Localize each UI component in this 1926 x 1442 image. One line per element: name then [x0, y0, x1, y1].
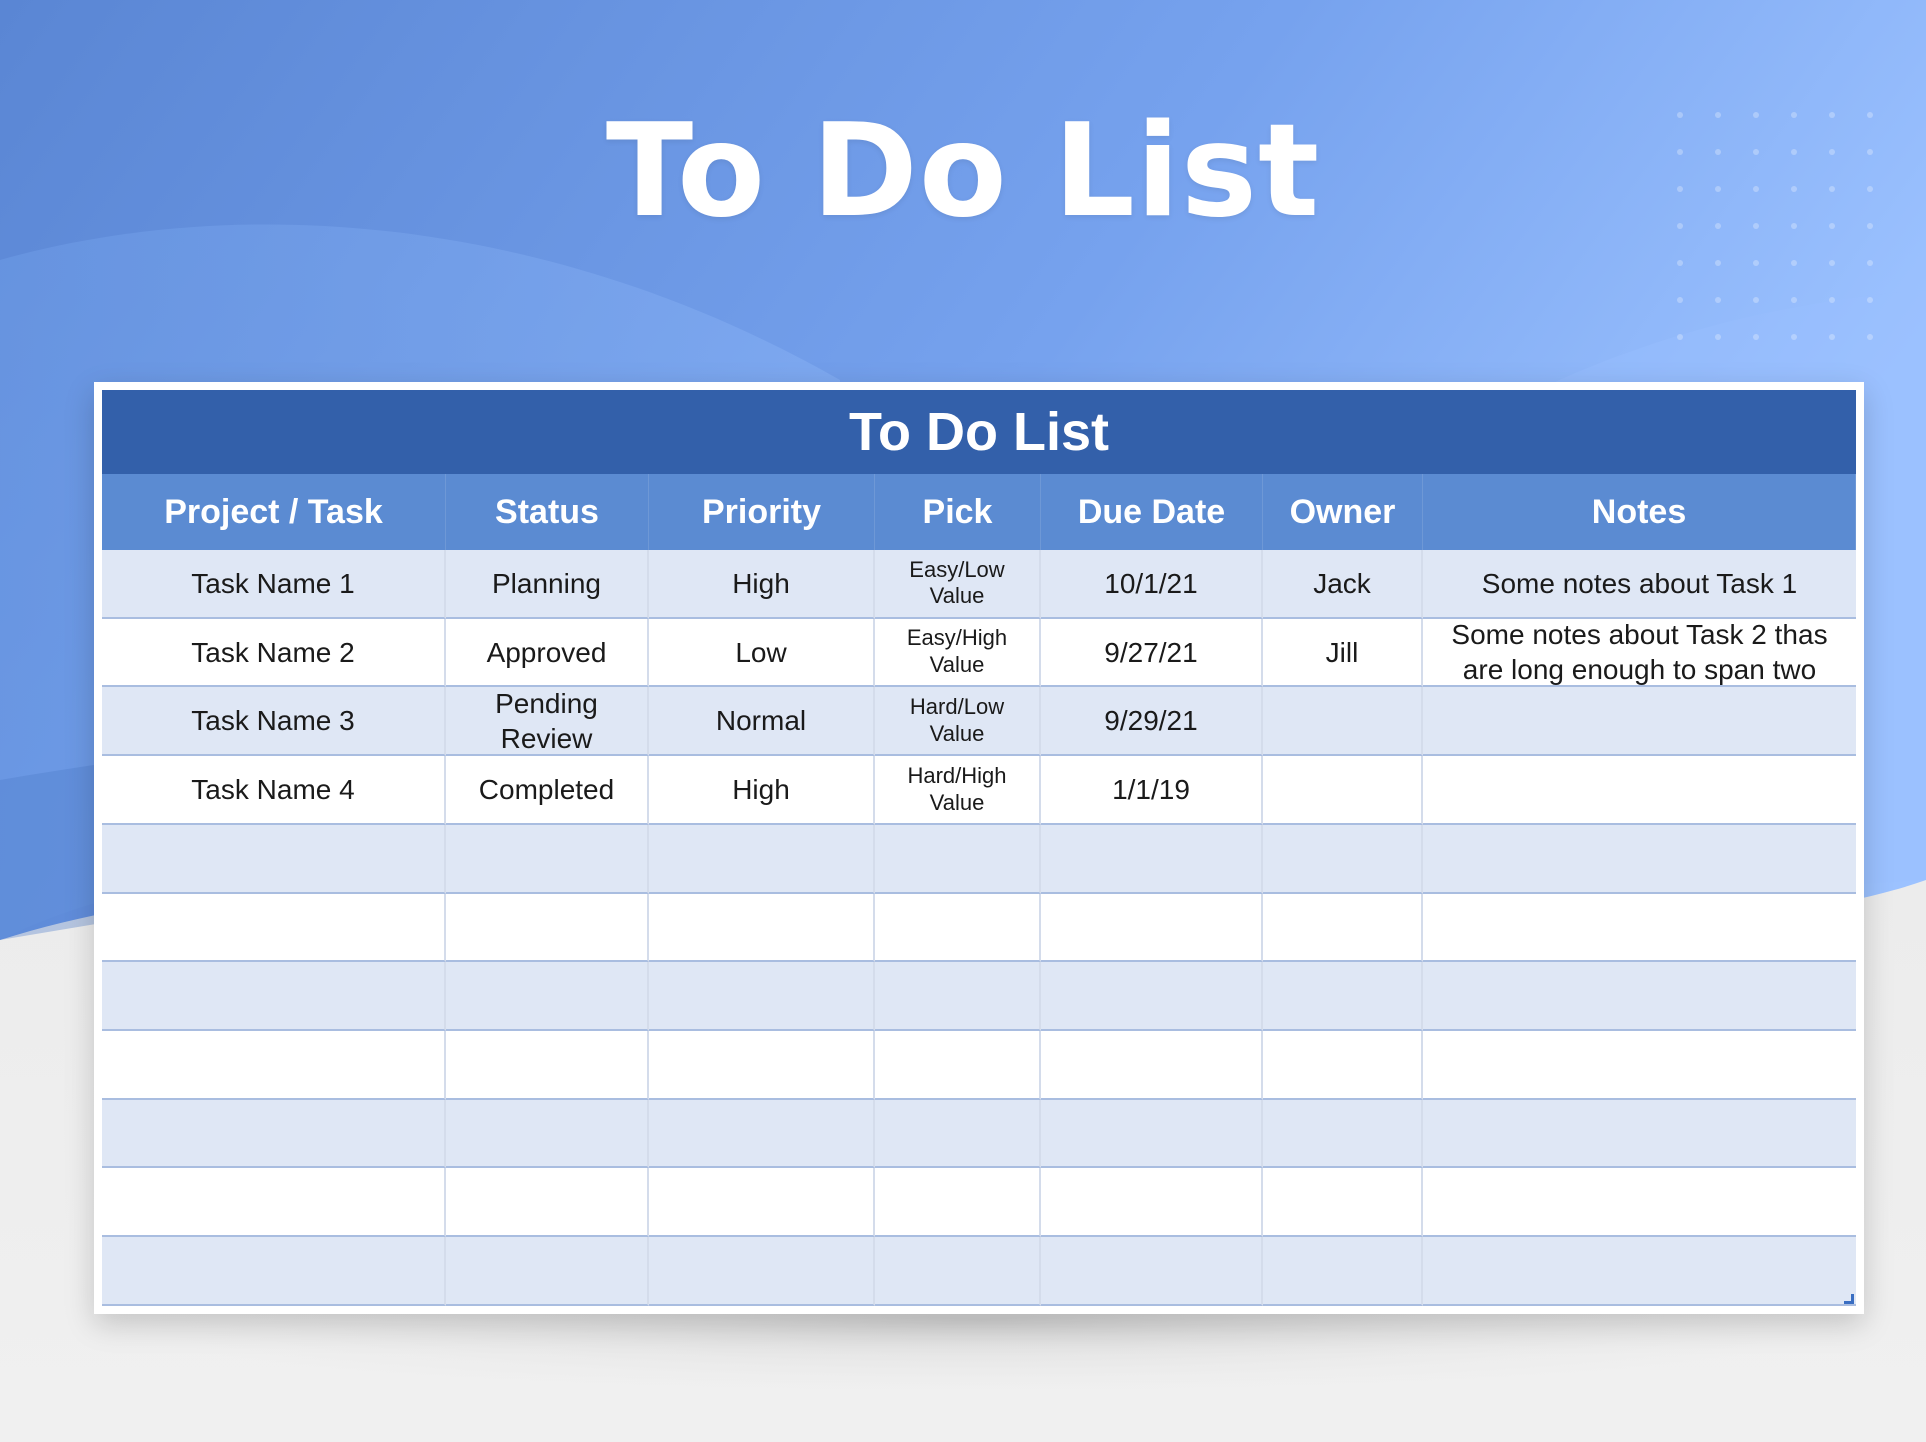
cell-pick[interactable]	[875, 893, 1041, 963]
column-header-notes[interactable]: Notes	[1423, 474, 1856, 550]
cell-status[interactable]	[446, 1237, 649, 1306]
cell-notes[interactable]	[1423, 1099, 1856, 1169]
cell-notes[interactable]	[1423, 1237, 1856, 1306]
cell-notes[interactable]	[1423, 1168, 1856, 1238]
cell-priority[interactable]	[649, 962, 875, 1032]
cell-due-date[interactable]: 10/1/21	[1041, 550, 1263, 619]
cell-status[interactable]	[446, 1031, 649, 1100]
cell-task[interactable]	[102, 1099, 446, 1169]
cell-task[interactable]	[102, 962, 446, 1032]
cell-status[interactable]: Approved	[446, 618, 649, 688]
cell-notes[interactable]	[1423, 756, 1856, 825]
cell-notes[interactable]	[1423, 893, 1856, 963]
cell-due-date[interactable]	[1041, 893, 1263, 963]
cell-owner[interactable]	[1263, 756, 1423, 825]
resize-handle-icon[interactable]	[1844, 1294, 1854, 1304]
cell-due-date[interactable]	[1041, 1099, 1263, 1169]
cell-priority[interactable]	[649, 1168, 875, 1238]
cell-task[interactable]	[102, 824, 446, 894]
cell-pick[interactable]	[875, 1031, 1041, 1100]
column-header-owner[interactable]: Owner	[1263, 474, 1423, 550]
cell-owner[interactable]	[1263, 962, 1423, 1032]
column-header-task[interactable]: Project / Task	[102, 474, 446, 550]
cell-priority[interactable]: High	[649, 756, 875, 825]
cell-owner[interactable]	[1263, 1237, 1423, 1306]
cell-pick[interactable]: Hard/Low Value	[875, 687, 1041, 757]
sheet-title[interactable]: To Do List	[102, 390, 1856, 474]
cell-status[interactable]	[446, 962, 649, 1032]
cell-priority[interactable]: Normal	[649, 687, 875, 757]
cell-task[interactable]	[102, 1168, 446, 1238]
cell-owner[interactable]: Jack	[1263, 550, 1423, 619]
cell-status[interactable]	[446, 1168, 649, 1238]
cell-due-date[interactable]: 1/1/19	[1041, 756, 1263, 825]
cell-notes[interactable]	[1423, 687, 1856, 757]
page-title: To Do List	[605, 97, 1321, 246]
cell-owner[interactable]	[1263, 893, 1423, 963]
cell-status[interactable]: Pending Review	[446, 687, 649, 757]
cell-status[interactable]	[446, 1099, 649, 1169]
cell-due-date[interactable]	[1041, 1168, 1263, 1238]
spreadsheet-card: To Do List Project / Task Status Priority P…	[94, 382, 1864, 1314]
cell-due-date[interactable]	[1041, 962, 1263, 1032]
cell-notes[interactable]	[1423, 1031, 1856, 1100]
cell-owner[interactable]	[1263, 687, 1423, 757]
cell-due-date[interactable]	[1041, 824, 1263, 894]
spreadsheet-grid: To Do List Project / Task Status Priority P…	[102, 390, 1856, 1306]
cell-pick[interactable]	[875, 1099, 1041, 1169]
cell-due-date[interactable]	[1041, 1031, 1263, 1100]
cell-pick[interactable]	[875, 962, 1041, 1032]
cell-task[interactable]	[102, 1237, 446, 1306]
cell-priority[interactable]: Low	[649, 618, 875, 688]
cell-status[interactable]	[446, 824, 649, 894]
cell-notes[interactable]	[1423, 824, 1856, 894]
cell-priority[interactable]	[649, 1031, 875, 1100]
cell-owner[interactable]	[1263, 824, 1423, 894]
cell-owner[interactable]	[1263, 1099, 1423, 1169]
cell-task[interactable]: Task Name 3	[102, 687, 446, 757]
cell-notes[interactable]: Some notes about Task 2 thas are long en…	[1423, 618, 1856, 688]
cell-pick[interactable]: Easy/Low Value	[875, 550, 1041, 619]
cell-owner[interactable]	[1263, 1168, 1423, 1238]
cell-status[interactable]: Planning	[446, 550, 649, 619]
column-header-status[interactable]: Status	[446, 474, 649, 550]
column-header-due-date[interactable]: Due Date	[1041, 474, 1263, 550]
cell-status[interactable]	[446, 893, 649, 963]
cell-task[interactable]: Task Name 4	[102, 756, 446, 825]
cell-owner[interactable]: Jill	[1263, 618, 1423, 688]
cell-priority[interactable]: High	[649, 550, 875, 619]
cell-pick[interactable]	[875, 1168, 1041, 1238]
cell-priority[interactable]	[649, 1099, 875, 1169]
cell-notes[interactable]: Some notes about Task 1	[1423, 550, 1856, 619]
cell-task[interactable]	[102, 1031, 446, 1100]
cell-pick[interactable]: Easy/High Value	[875, 618, 1041, 688]
cell-pick[interactable]: Hard/High Value	[875, 756, 1041, 825]
cell-owner[interactable]	[1263, 1031, 1423, 1100]
cell-priority[interactable]	[649, 893, 875, 963]
cell-task[interactable]	[102, 893, 446, 963]
column-header-pick[interactable]: Pick	[875, 474, 1041, 550]
cell-due-date[interactable]: 9/29/21	[1041, 687, 1263, 757]
column-header-priority[interactable]: Priority	[649, 474, 875, 550]
cell-pick[interactable]	[875, 1237, 1041, 1306]
cell-due-date[interactable]	[1041, 1237, 1263, 1306]
cell-task[interactable]: Task Name 2	[102, 618, 446, 688]
cell-priority[interactable]	[649, 824, 875, 894]
cell-status[interactable]: Completed	[446, 756, 649, 825]
cell-due-date[interactable]: 9/27/21	[1041, 618, 1263, 688]
cell-task[interactable]: Task Name 1	[102, 550, 446, 619]
cell-notes[interactable]	[1423, 962, 1856, 1032]
cell-priority[interactable]	[649, 1237, 875, 1306]
cell-pick[interactable]	[875, 824, 1041, 894]
